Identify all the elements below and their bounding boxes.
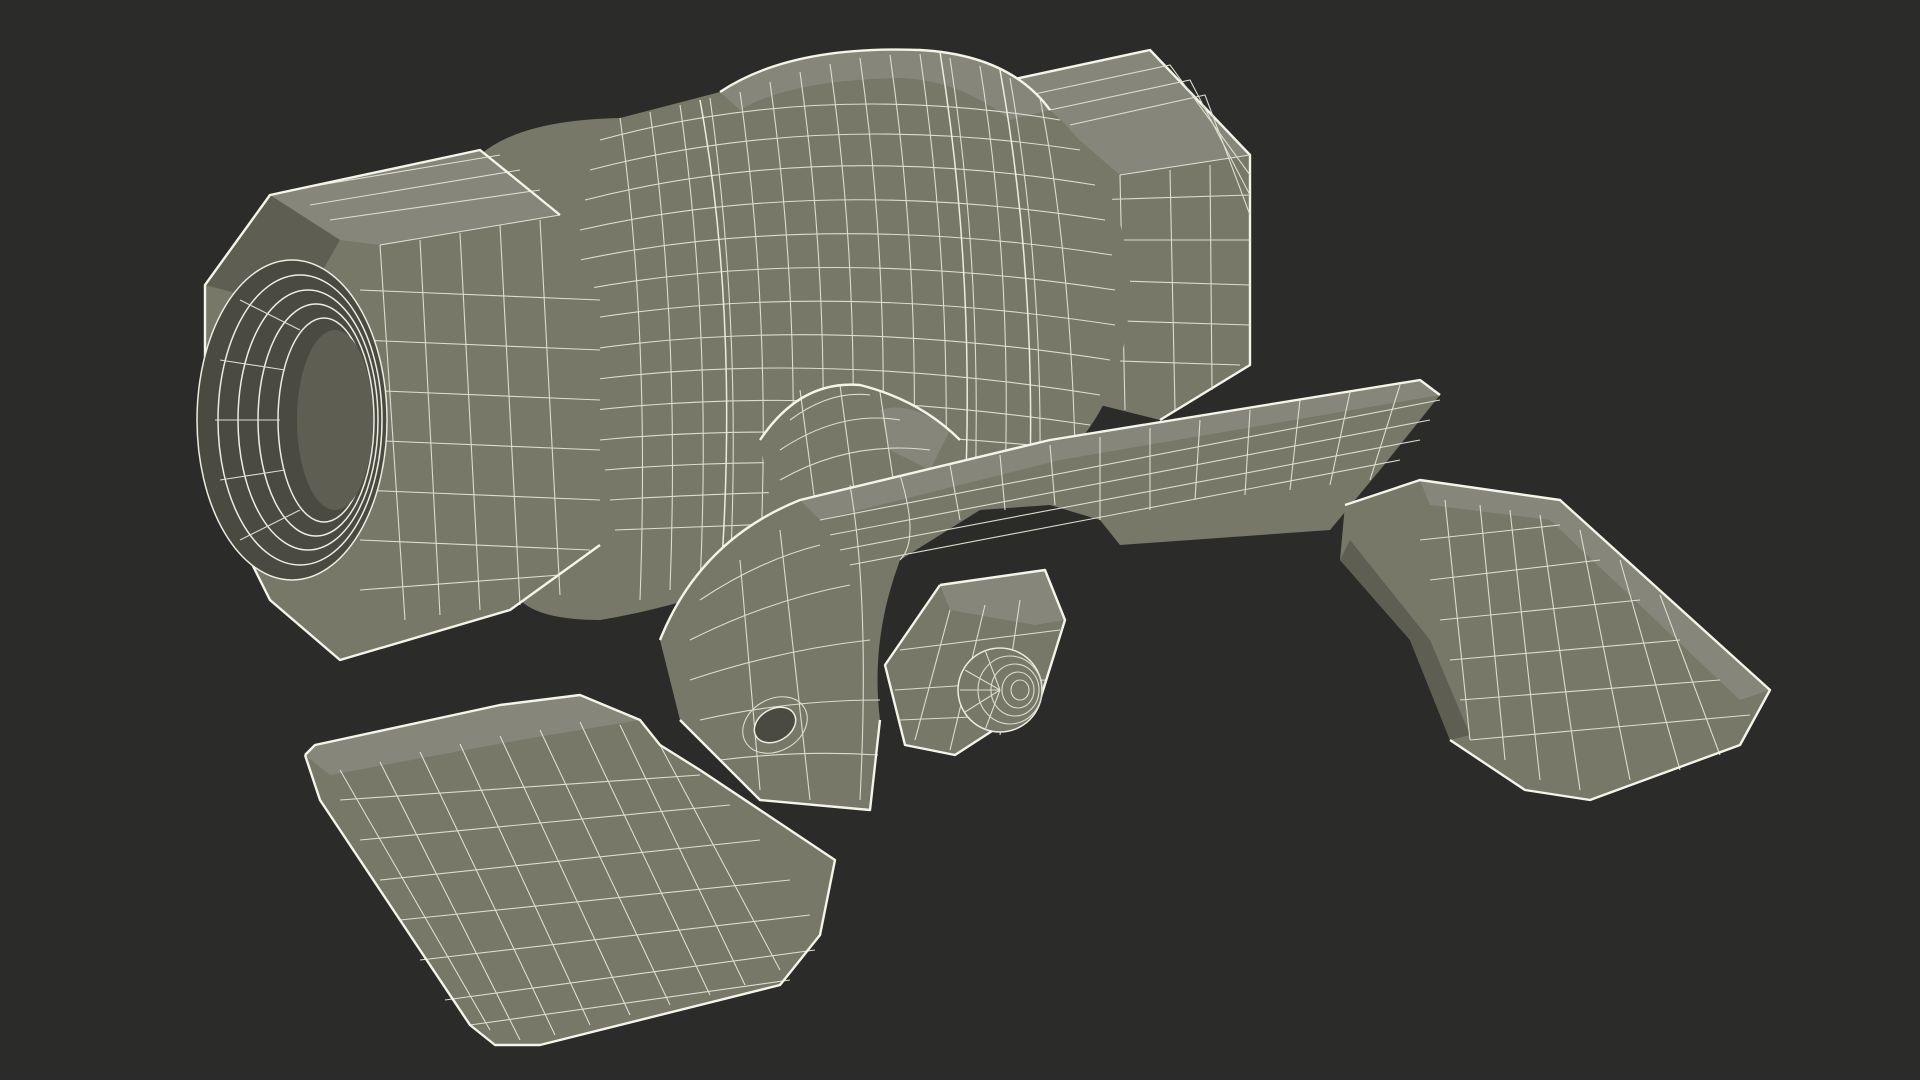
stem-cap — [957, 647, 1043, 733]
handle-grip-right — [1340, 478, 1772, 802]
ball-valve-wireframe-render — [196, 48, 1772, 1047]
threaded-pipe-end — [196, 259, 388, 581]
3d-viewport[interactable] — [0, 0, 1920, 1080]
